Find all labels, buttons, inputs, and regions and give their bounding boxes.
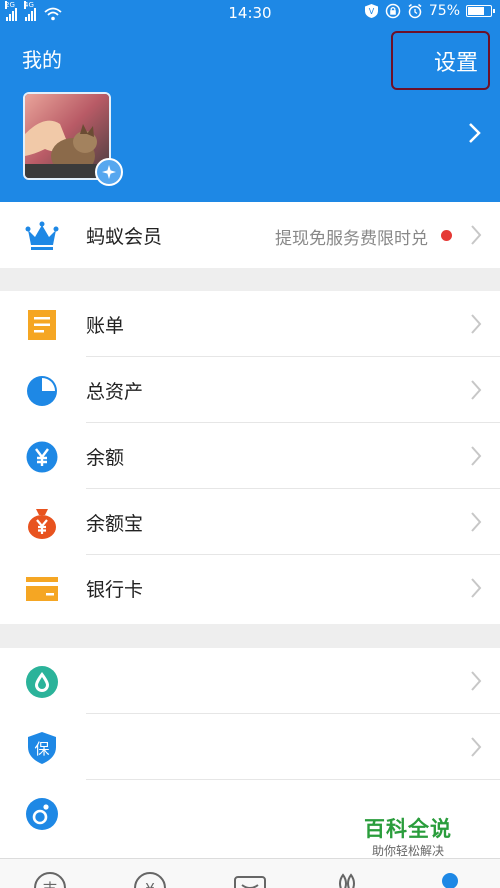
page-title: 我的 bbox=[22, 48, 62, 72]
list-item-label: 账单 bbox=[86, 315, 125, 337]
list-item-bill[interactable]: 账单 bbox=[0, 291, 500, 357]
finance-section: 账单 总资产 余额 余额宝 银行卡 bbox=[0, 291, 500, 624]
list-item-yuebao[interactable]: 余额宝 bbox=[0, 489, 500, 555]
membership-promo: 提现免服务费限时兑 bbox=[275, 229, 428, 249]
membership-section: 蚂蚁会员 提现免服务费限时兑 bbox=[0, 202, 500, 268]
battery-icon bbox=[466, 5, 495, 17]
tab-wealth-icon[interactable]: ¥ bbox=[133, 871, 167, 888]
tab-wealth-glyph: ¥ bbox=[145, 880, 155, 888]
crown-icon bbox=[25, 221, 59, 250]
battery-percent: 75% bbox=[428, 3, 460, 19]
membership-row[interactable]: 蚂蚁会员 提现免服务费限时兑 bbox=[0, 202, 500, 268]
list-item-total-assets[interactable]: 总资产 bbox=[0, 357, 500, 423]
watermark-subtitle: 助你轻松解决 bbox=[372, 844, 445, 858]
chevron-right-icon bbox=[471, 671, 482, 691]
tab-alipay-glyph: 支 bbox=[42, 880, 57, 888]
list-item-service[interactable] bbox=[0, 648, 500, 714]
ant-icon bbox=[26, 798, 58, 830]
bill-icon bbox=[28, 310, 56, 340]
insurance-glyph: 保 bbox=[34, 740, 49, 758]
list-item-balance[interactable]: 余额 bbox=[0, 423, 500, 489]
list-item-label: 总资产 bbox=[86, 381, 144, 403]
bank-card-icon bbox=[26, 577, 58, 601]
chevron-right-icon bbox=[471, 737, 482, 757]
chevron-right-icon bbox=[471, 225, 482, 245]
tab-me-icon[interactable] bbox=[433, 871, 467, 888]
money-bag-icon bbox=[28, 509, 56, 539]
watermark: 百科全说 助你轻松解决 bbox=[348, 805, 468, 863]
list-item-label: 余额宝 bbox=[86, 513, 144, 535]
vpn-shield-icon: V bbox=[364, 4, 378, 18]
status-right: V 75% bbox=[364, 3, 495, 19]
bottom-tab-bar: 支 ¥ bbox=[0, 858, 500, 888]
chevron-right-icon bbox=[471, 446, 482, 466]
tab-koubei-icon[interactable] bbox=[233, 871, 267, 888]
chevron-right-icon bbox=[471, 314, 482, 334]
list-item-label: 余额 bbox=[86, 447, 125, 469]
tab-friends-icon[interactable] bbox=[333, 871, 367, 888]
notification-dot bbox=[441, 230, 452, 241]
chevron-right-icon bbox=[471, 578, 482, 598]
avatar-badge-icon bbox=[95, 158, 123, 186]
list-item-insurance[interactable]: 保 bbox=[0, 714, 500, 780]
chevron-right-icon[interactable] bbox=[468, 122, 482, 144]
watermark-title: 百科全说 bbox=[364, 817, 452, 841]
pie-chart-icon bbox=[27, 376, 57, 406]
status-bar: 2G 4G 14:30 V 75% bbox=[0, 0, 500, 26]
yuan-icon bbox=[26, 441, 58, 473]
list-item-bank-card[interactable]: 银行卡 bbox=[0, 555, 500, 621]
list-item-label: 银行卡 bbox=[86, 579, 144, 601]
membership-label: 蚂蚁会员 bbox=[86, 226, 163, 248]
alarm-icon bbox=[408, 3, 422, 19]
chevron-right-icon bbox=[471, 380, 482, 400]
water-drop-icon bbox=[26, 666, 58, 698]
insurance-shield-icon: 保 bbox=[28, 732, 56, 764]
chevron-right-icon bbox=[471, 512, 482, 532]
settings-button[interactable]: 设置 bbox=[391, 31, 490, 90]
lock-rotation-icon bbox=[385, 3, 401, 19]
svg-text:V: V bbox=[369, 7, 375, 16]
profile-header: 我的 设置 bbox=[0, 26, 500, 202]
tab-alipay-icon[interactable]: 支 bbox=[33, 871, 67, 888]
